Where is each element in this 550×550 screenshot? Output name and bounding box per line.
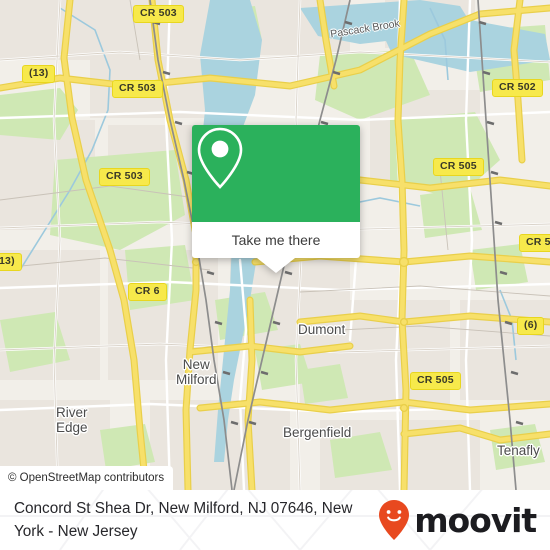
place-label-new-milford-line2: Milford <box>176 372 217 387</box>
map-pin-icon <box>197 127 243 189</box>
location-popup[interactable]: Take me there <box>192 125 360 273</box>
map-canvas[interactable]: Pascack Brook CR 503 (13) CR 503 CR 502 … <box>0 0 550 490</box>
road-shield-cr505-lower[interactable]: CR 505 <box>410 372 461 390</box>
take-me-there-label: Take me there <box>231 232 321 248</box>
osm-attribution[interactable]: © OpenStreetMap contributors <box>0 466 174 490</box>
popup-header <box>192 125 360 222</box>
road-shield-cr503-north[interactable]: CR 503 <box>133 5 184 23</box>
road-shield-6[interactable]: (6) <box>517 317 545 335</box>
place-label-river-edge-line1: River <box>56 405 88 420</box>
road-shield-cr505-upper[interactable]: CR 505 <box>433 158 484 176</box>
moovit-smiley-pin-icon <box>379 500 410 540</box>
footer-bar: Concord St Shea Dr, New Milford, NJ 0764… <box>0 490 550 550</box>
road-shield-cr5-clipped[interactable]: CR 5 <box>519 234 550 252</box>
place-label-new-milford: New Milford <box>176 357 217 387</box>
place-label-tenafly: Tenafly <box>497 443 540 458</box>
road-shield-cr6[interactable]: CR 6 <box>128 283 167 301</box>
moovit-logo[interactable]: moovit <box>377 499 537 541</box>
moovit-wordmark: moovit <box>414 500 537 540</box>
place-label-new-milford-line1: New <box>182 357 210 372</box>
road-shield-13-upper[interactable]: (13) <box>22 65 56 83</box>
take-me-there-button[interactable]: Take me there <box>192 222 360 258</box>
place-label-dumont: Dumont <box>298 322 346 337</box>
place-label-river-edge-line2: Edge <box>56 420 88 435</box>
road-shield-cr502[interactable]: CR 502 <box>492 79 543 97</box>
road-shield-13-lower[interactable]: 13) <box>0 253 22 271</box>
place-label-bergenfield: Bergenfield <box>283 425 352 440</box>
osm-attribution-label: © OpenStreetMap contributors <box>8 472 165 484</box>
road-shield-cr503-mid[interactable]: CR 503 <box>99 168 150 186</box>
place-label-river-edge: River Edge <box>56 405 88 435</box>
popup-pointer-tail <box>257 258 295 273</box>
road-shield-cr503-upper[interactable]: CR 503 <box>112 80 163 98</box>
screenshot-root: Pascack Brook CR 503 (13) CR 503 CR 502 … <box>0 0 550 550</box>
location-title: Concord St Shea Dr, New Milford, NJ 0764… <box>14 500 353 540</box>
